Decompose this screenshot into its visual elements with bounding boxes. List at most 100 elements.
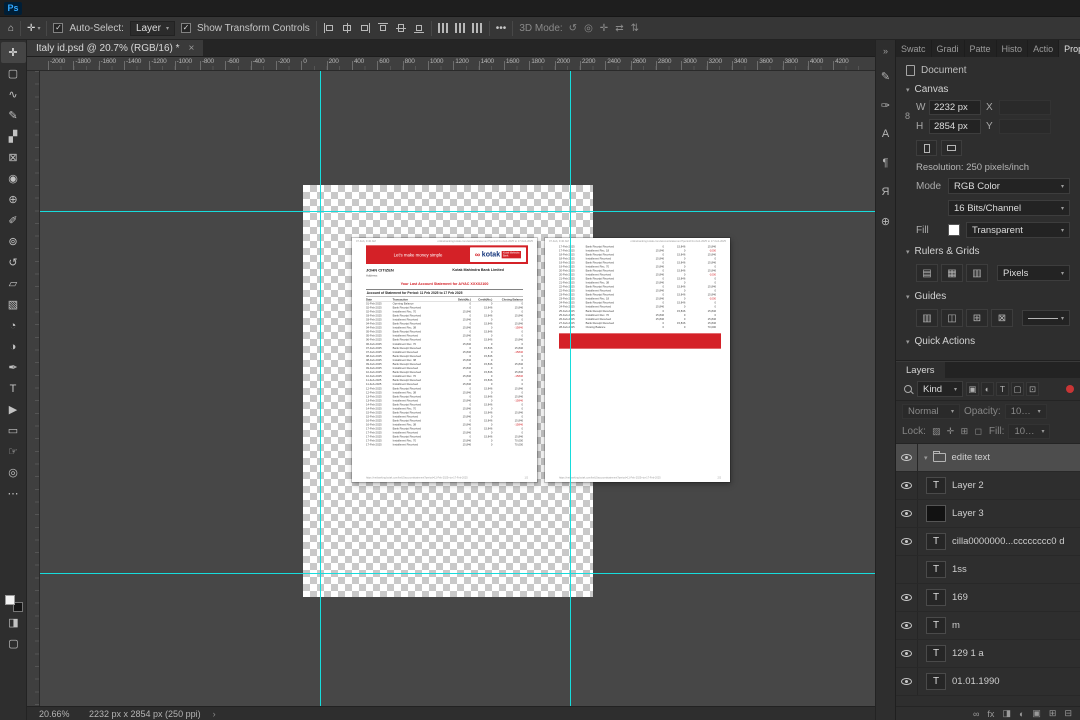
layer-visibility-toggle[interactable]: [896, 668, 918, 695]
quick-selection-tool[interactable]: ✎: [1, 105, 26, 126]
menu-type[interactable]: [83, 0, 97, 16]
shape-tool[interactable]: ▭: [1, 420, 26, 441]
menu-3d[interactable]: [125, 0, 139, 16]
distribute-horizontal-icon[interactable]: [437, 23, 440, 33]
tab-layers[interactable]: Layers: [896, 362, 945, 378]
history-brush-tool[interactable]: ↺: [1, 252, 26, 273]
layer-layer-2[interactable]: ▾ T Layer 2: [896, 472, 1080, 500]
edit-toolbar-button[interactable]: ⋯: [1, 483, 26, 504]
close-icon[interactable]: ×: [189, 43, 195, 54]
tab-history[interactable]: Histo: [997, 40, 1029, 57]
layer-visibility-toggle[interactable]: [896, 556, 918, 583]
layer-thumbnail[interactable]: T: [926, 589, 946, 606]
marquee-tool[interactable]: ▢: [1, 63, 26, 84]
lock-transparency-icon[interactable]: ▨: [930, 425, 943, 438]
layer-effects-icon[interactable]: fx: [987, 709, 994, 719]
snap-toggle-icon[interactable]: ▥: [966, 264, 988, 282]
filter-type-layers-icon[interactable]: T: [996, 382, 1009, 396]
healing-brush-tool[interactable]: ⊕: [1, 189, 26, 210]
distribute-vertical-icon[interactable]: [454, 23, 457, 33]
layer-01-01-1990[interactable]: ▾ T 01.01.1990: [896, 668, 1080, 696]
gradient-tool[interactable]: ▧: [1, 294, 26, 315]
glyphs-panel-icon[interactable]: Я: [877, 184, 895, 200]
horizontal-guide[interactable]: [40, 573, 875, 574]
align-left-edges-icon[interactable]: [323, 22, 335, 34]
clone-source-panel-icon[interactable]: ⊕: [877, 213, 895, 229]
guide-style-select[interactable]: ▾: [1022, 310, 1070, 326]
horizontal-guide[interactable]: [40, 211, 875, 212]
layer-thumbnail[interactable]: T: [926, 505, 946, 522]
show-transform-checkbox[interactable]: ✓: [180, 23, 191, 33]
align-horizontal-centers-icon[interactable]: [341, 22, 353, 34]
collapse-panels-icon[interactable]: »: [877, 43, 895, 59]
ruler-toggle-icon[interactable]: ▤: [916, 264, 938, 282]
current-tool-chip[interactable]: ✛ ▾: [27, 23, 40, 34]
statement-page-1[interactable]: 07-Feb, 9:40 AM onlinebanking.kotak.com/…: [352, 238, 537, 482]
blur-tool[interactable]: ◔: [1, 315, 26, 336]
foreground-color-swatch[interactable]: [4, 595, 15, 605]
clear-guides-icon[interactable]: ⊠: [991, 309, 1013, 327]
home-icon[interactable]: ⌂: [8, 23, 14, 34]
statement-page-2[interactable]: 07-Feb, 9:40 AM onlinebanking.kotak.com/…: [545, 238, 730, 482]
units-select[interactable]: Pixels ▾: [997, 265, 1070, 281]
3d-pan-icon[interactable]: ✛: [600, 23, 608, 34]
vertical-ruler[interactable]: [27, 71, 40, 706]
layer-fill-select[interactable]: 100% ▾: [1008, 424, 1051, 439]
menu-edit[interactable]: [41, 0, 55, 16]
layer-layer-3[interactable]: ▾ T Layer 3: [896, 500, 1080, 528]
fill-select[interactable]: Transparent ▾: [966, 222, 1070, 238]
layer-cilla[interactable]: ▾ T cilla0000000...cccccccc0 d: [896, 528, 1080, 556]
3d-roll-icon[interactable]: ◎: [584, 23, 593, 34]
screen-mode-icon[interactable]: ▢: [1, 633, 26, 654]
status-chevron-icon[interactable]: ›: [213, 709, 216, 719]
brush-tool[interactable]: ✐: [1, 210, 26, 231]
width-input[interactable]: 2232 px: [929, 100, 981, 115]
menu-select[interactable]: [97, 0, 111, 16]
crop-tool[interactable]: ▞: [1, 126, 26, 147]
quick-mask-mode-icon[interactable]: ◨: [1, 612, 26, 633]
move-tool[interactable]: ✛: [0, 42, 26, 63]
filter-pixel-layers-icon[interactable]: ▣: [966, 382, 979, 396]
canvas-viewport[interactable]: 07-Feb, 9:40 AM onlinebanking.kotak.com/…: [27, 71, 875, 706]
add-layer-mask-icon[interactable]: ◨: [1002, 708, 1011, 719]
guide-layout-icon[interactable]: ◫: [941, 309, 963, 327]
auto-select-checkbox[interactable]: ✓: [53, 23, 64, 33]
paragraph-panel-icon[interactable]: ¶: [877, 155, 895, 171]
path-selection-tool[interactable]: ▶: [1, 399, 26, 420]
layer-thumbnail[interactable]: T: [926, 477, 946, 494]
clone-stamp-tool[interactable]: ⊚: [1, 231, 26, 252]
tab-swatches[interactable]: Swatc: [896, 40, 932, 57]
menu-layer[interactable]: [69, 0, 83, 16]
brush-settings-panel-icon[interactable]: ✑: [877, 97, 895, 113]
pen-tool[interactable]: ✒: [1, 357, 26, 378]
layer-thumbnail[interactable]: T: [926, 617, 946, 634]
align-top-edges-icon[interactable]: [377, 22, 389, 34]
guides-visibility-icon[interactable]: ▥: [916, 309, 938, 327]
lock-guides-icon[interactable]: ⊞: [966, 309, 988, 327]
menu-help[interactable]: [167, 0, 181, 16]
vertical-guide[interactable]: [570, 71, 571, 706]
canvas-section-header[interactable]: ▾ Canvas: [896, 79, 1080, 98]
delete-layer-icon[interactable]: ⊟: [1064, 708, 1072, 719]
tab-patterns[interactable]: Patte: [965, 40, 997, 57]
layer-m[interactable]: ▾ T m: [896, 612, 1080, 640]
lock-pixels-icon[interactable]: ✛: [944, 425, 957, 438]
new-group-icon[interactable]: ▣: [1032, 708, 1041, 719]
layer-thumbnail[interactable]: T: [926, 561, 946, 578]
layer-129-1-a[interactable]: ▾ T 129 1 a: [896, 640, 1080, 668]
align-more-options-icon[interactable]: •••: [496, 23, 507, 34]
menu-window[interactable]: [153, 0, 167, 16]
layer-visibility-toggle[interactable]: [896, 500, 918, 527]
filter-smart-objects-icon[interactable]: ⊡: [1026, 382, 1039, 396]
eyedropper-tool[interactable]: ◉: [1, 168, 26, 189]
link-layers-icon[interactable]: ∞: [973, 709, 979, 719]
height-input[interactable]: 2854 px: [929, 119, 981, 134]
link-dimensions-icon[interactable]: 8: [905, 111, 910, 121]
kind-filter-select[interactable]: Kind ▾: [917, 381, 963, 397]
quick-actions-section-header[interactable]: ▾ Quick Actions: [896, 331, 1080, 350]
auto-select-dropdown[interactable]: Layer ▾: [129, 20, 175, 36]
align-right-edges-icon[interactable]: [359, 22, 371, 34]
blend-mode-select[interactable]: Normal ▾: [902, 404, 960, 419]
new-adjustment-layer-icon[interactable]: ◐: [1019, 709, 1024, 719]
zoom-tool[interactable]: ◎: [1, 462, 26, 483]
